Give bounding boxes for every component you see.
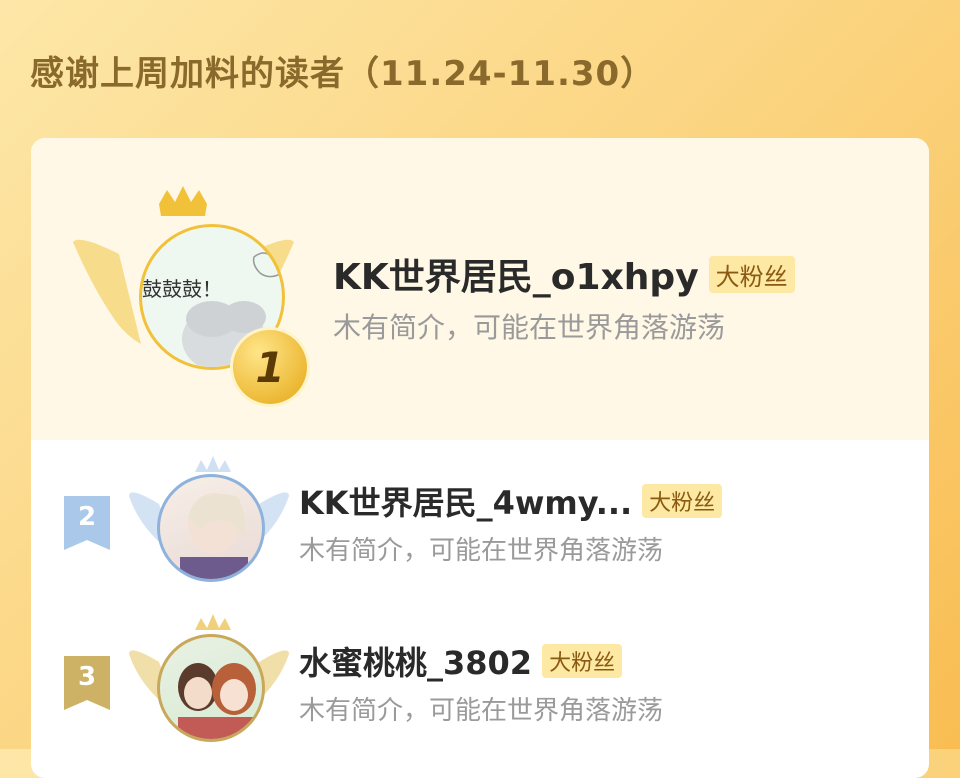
top-reader-name-line: KK世界居民_o1xhpy 大粉丝 <box>333 248 795 300</box>
top-reader-row[interactable]: 鼓鼓鼓！ 1 KK世界居民_o1xhpy 大粉丝 木有简介，可能在世界角落游荡 <box>31 138 929 440</box>
rank-medal-gold: 1 <box>233 330 307 404</box>
top-reader-avatar-frame: 鼓鼓鼓！ 1 <box>71 184 307 404</box>
avatar[interactable] <box>157 474 265 582</box>
rank-number: 3 <box>77 662 97 692</box>
crown-icon <box>195 614 231 630</box>
fan-badge: 大粉丝 <box>642 484 723 518</box>
avatar[interactable] <box>157 634 265 742</box>
reader-bio: 木有简介，可能在世界角落游荡 <box>299 696 664 726</box>
reader-ranking-card: 鼓鼓鼓！ 1 KK世界居民_o1xhpy 大粉丝 木有简介，可能在世界角落游荡 … <box>31 138 929 778</box>
fan-badge: 大粉丝 <box>708 255 795 293</box>
rank-number: 1 <box>255 342 285 392</box>
crown-icon <box>159 186 207 216</box>
rank-number: 2 <box>77 502 97 532</box>
reader-row[interactable]: 3 水蜜桃桃_3802 大粉丝 木有简介，可能在世界角落游荡 <box>31 600 929 760</box>
fan-badge: 大粉丝 <box>542 644 623 678</box>
reader-name[interactable]: KK世界居民_o1xhpy <box>333 248 699 300</box>
reader-name-line: KK世界居民_4wmy... 大粉丝 <box>299 478 723 524</box>
reader-name-line: 水蜜桃桃_3802 大粉丝 <box>299 638 623 684</box>
reader-name[interactable]: 水蜜桃桃_3802 <box>299 638 532 684</box>
crown-icon <box>195 456 231 472</box>
avatar-caption: 鼓鼓鼓！ <box>142 277 222 301</box>
reader-row[interactable]: 2 KK世界居民_4wmy... 大粉丝 木有简介，可能在世界角落游荡 <box>31 440 929 600</box>
reader-bio: 木有简介，可能在世界角落游荡 <box>333 311 726 344</box>
reader-name[interactable]: KK世界居民_4wmy... <box>299 478 632 524</box>
page-title: 感谢上周加料的读者（11.24-11.30） <box>30 54 656 94</box>
reader-bio: 木有简介，可能在世界角落游荡 <box>299 536 664 566</box>
